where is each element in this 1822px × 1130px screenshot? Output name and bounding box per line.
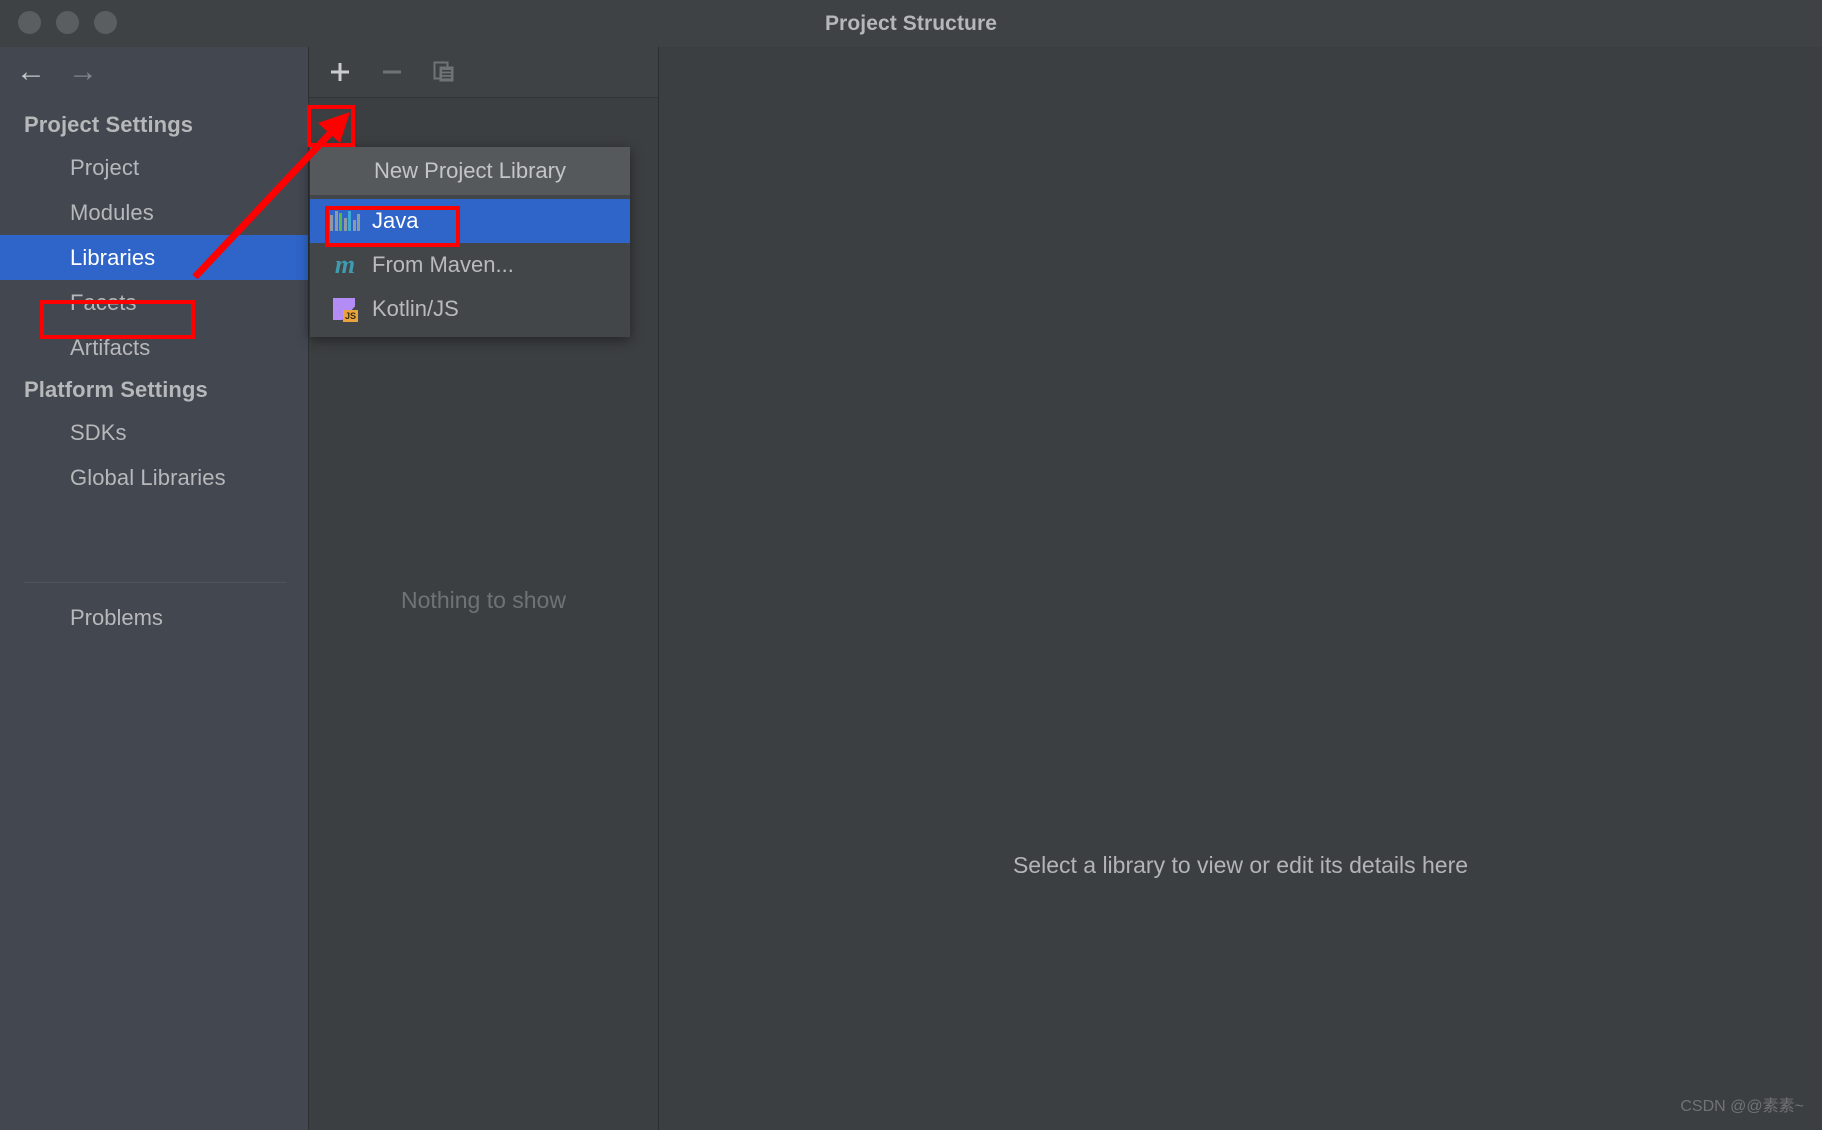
sidebar-item-artifacts[interactable]: Artifacts [0, 325, 308, 370]
window-titlebar: Project Structure [0, 0, 1822, 47]
popup-item-label: Kotlin/JS [372, 296, 459, 321]
libraries-toolbar [309, 47, 658, 98]
sidebar-item-problems[interactable]: Problems [0, 598, 308, 638]
plus-icon [331, 63, 349, 81]
kotlin-js-icon: JS [332, 296, 358, 322]
sidebar-divider [24, 582, 286, 583]
popup-header-title: New Project Library [310, 147, 630, 195]
popup-item-list: Java m From Maven... JS Kotlin/JS [310, 195, 630, 337]
sidebar-group-project-settings: Project Settings [24, 112, 194, 137]
new-project-library-popup: New Project Library Java m From Maven...… [310, 147, 630, 337]
arrow-right-icon[interactable]: → [66, 57, 100, 87]
library-detail-panel: Select a library to view or edit its det… [659, 47, 1822, 1130]
sidebar-item-sdks[interactable]: SDKs [0, 410, 308, 455]
popup-item-from-maven[interactable]: m From Maven... [310, 243, 630, 287]
settings-sidebar: ← → Project Settings Project Modules Lib… [0, 47, 309, 1130]
java-icon [330, 208, 360, 234]
maven-icon: m [334, 250, 356, 279]
add-library-button[interactable] [323, 55, 357, 89]
copy-icon [433, 61, 454, 82]
copy-library-button[interactable] [427, 55, 461, 89]
popup-item-kotlin-js[interactable]: JS Kotlin/JS [310, 287, 630, 331]
window-body: ← → Project Settings Project Modules Lib… [0, 47, 1822, 1130]
libraries-empty-message: Nothing to show [401, 587, 566, 613]
library-detail-placeholder: Select a library to view or edit its det… [1012, 852, 1469, 878]
popup-item-label: Java [372, 208, 419, 233]
sidebar-item-global-libraries[interactable]: Global Libraries [0, 455, 308, 500]
sidebar-item-project[interactable]: Project [0, 145, 308, 190]
minus-icon [383, 70, 401, 74]
window-title: Project Structure [824, 12, 998, 35]
csdn-watermark: CSDN @@素素~ [1680, 1098, 1804, 1115]
popup-item-java[interactable]: Java [310, 199, 630, 243]
project-structure-window: Project Structure ← → Project Settings P… [0, 0, 1822, 1130]
remove-library-button[interactable] [375, 55, 409, 89]
sidebar-item-facets[interactable]: Facets [0, 280, 308, 325]
sidebar-item-modules[interactable]: Modules [0, 190, 308, 235]
navigation-buttons: ← → [0, 47, 308, 97]
arrow-left-icon[interactable]: ← [14, 57, 48, 87]
sidebar-group-platform-settings: Platform Settings [24, 377, 208, 402]
sidebar-item-list: Project Settings Project Modules Librari… [0, 105, 308, 500]
popup-item-label: From Maven... [372, 252, 514, 277]
sidebar-item-libraries[interactable]: Libraries [0, 235, 308, 280]
